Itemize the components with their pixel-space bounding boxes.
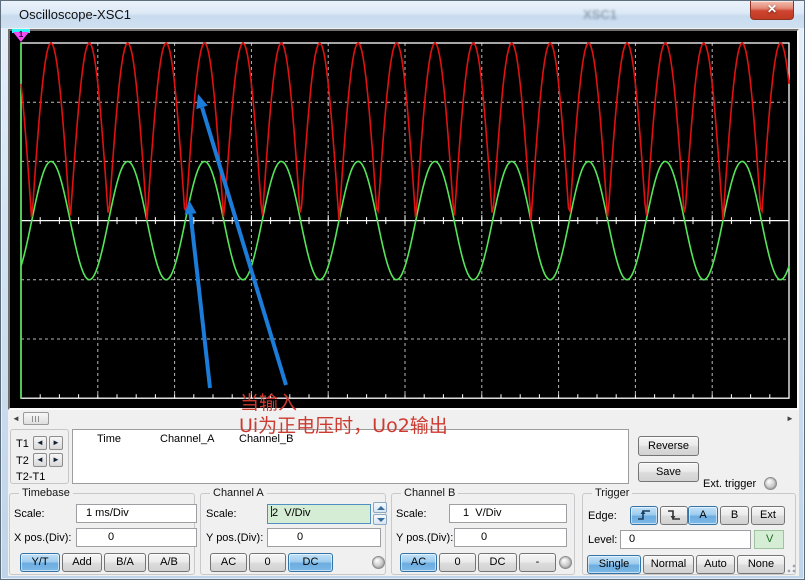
t2-right-button[interactable]: ► [49,453,63,467]
save-button[interactable]: Save [638,462,699,482]
channel-b-ac-button[interactable]: AC [400,553,437,572]
spin-up-icon[interactable] [373,502,387,513]
channel-a-ac-button[interactable]: AC [210,553,247,572]
trigger-none-button[interactable]: None [737,555,785,574]
channel-a-zero-button[interactable]: 0 [249,553,286,572]
close-button[interactable]: ✕ [750,1,794,20]
channel-b-ypos-label: Y pos.(Div): [396,532,453,544]
channel-a-dc-button[interactable]: DC [288,553,333,572]
t1-label: T1 [16,438,29,450]
scrollbar-thumb[interactable] [23,412,49,425]
channel-b-scale-field[interactable]: 1 V/Div [449,504,567,523]
t1-left-button[interactable]: ◄ [33,436,47,450]
channel-b-zero-button[interactable]: 0 [439,553,476,572]
channel-a-ypos-field[interactable]: 0 [267,528,381,547]
timebase-scale-label: Scale: [14,508,45,520]
ext-trigger-label: Ext. trigger [703,478,756,490]
falling-edge-button[interactable] [660,506,688,525]
ba-mode-button[interactable]: B/A [104,553,146,572]
trigger-ext-button[interactable]: Ext [751,506,785,525]
scrollbar-right-icon[interactable]: ► [784,413,796,425]
add-mode-button[interactable]: Add [62,553,102,572]
timebase-title: Timebase [19,487,73,499]
channel-b-connector-icon[interactable] [559,556,572,569]
rising-edge-button[interactable] [630,506,658,525]
channel-b-title: Channel B [401,487,458,499]
waveform-canvas [10,31,797,408]
t2-t1-label: T2-T1 [16,471,45,483]
t1-cursor-marker-icon[interactable]: 1 [12,29,30,44]
channel-b-group: Channel B Scale: 1 V/Div Y pos.(Div): 0 … [391,493,575,575]
channel-b-scale-label: Scale: [396,508,427,520]
reverse-button[interactable]: Reverse [638,436,699,456]
trigger-title: Trigger [592,487,632,499]
resize-grip[interactable] [784,561,797,574]
channel-a-title: Channel A [210,487,267,499]
channel-b-minus-button[interactable]: - [519,553,556,572]
yt-mode-button[interactable]: Y/T [20,553,60,572]
annotation-text-line1: 当输入 [240,392,297,414]
channel-a-group: Channel A Scale: 2 V/Div Y pos.(Div): 0 … [200,493,386,575]
trigger-level-field[interactable]: 0 [620,530,751,549]
col-header-time: Time [97,433,121,445]
timebase-xpos-field[interactable]: 0 [76,528,197,547]
trigger-level-unit-select[interactable]: V [754,530,784,549]
channel-a-scale-label: Scale: [206,508,237,520]
t1-cursor-number: 1 [12,30,30,39]
scrollbar-grip-icon [32,416,41,422]
titlebar[interactable]: Oscilloscope-XSC1 XSC1 ✕ [1,1,804,28]
t2-left-button[interactable]: ◄ [33,453,47,467]
trigger-normal-button[interactable]: Normal [643,555,694,574]
scrollbar-left-icon[interactable]: ◄ [10,413,22,425]
t1-right-button[interactable]: ► [49,436,63,450]
ab-mode-button[interactable]: A/B [148,553,190,572]
trigger-single-button[interactable]: Single [587,555,641,574]
trigger-b-button[interactable]: B [720,506,749,525]
spin-down-icon[interactable] [373,514,387,525]
channel-a-scale-spinner [373,502,387,526]
timebase-xpos-label: X pos.(Div): [14,532,71,544]
falling-edge-icon [666,508,682,522]
cursor-readout-table: Time Channel_A Channel_B [72,429,629,484]
scope-screen [10,31,797,408]
channel-a-ypos-label: Y pos.(Div): [206,532,263,544]
timebase-group: Timebase Scale: 1 ms/Div X pos.(Div): 0 … [9,493,195,575]
trigger-edge-label: Edge: [588,510,617,522]
scope-display [8,29,799,410]
timebase-scale-field[interactable]: 1 ms/Div [76,504,197,523]
trigger-group: Trigger Edge: A B Ext Level: 0 V Single … [582,493,796,575]
channel-b-ypos-field[interactable]: 0 [454,528,567,547]
channel-a-connector-icon[interactable] [372,556,385,569]
trigger-level-label: Level: [588,534,617,546]
annotation-text-line2: Ui为正电压时，Uo2输出 [239,415,448,437]
oscilloscope-window: Oscilloscope-XSC1 XSC1 ✕ 1 ◄ ► T1 ◄ ► T2… [0,0,805,580]
trigger-auto-button[interactable]: Auto [696,555,735,574]
col-header-channel-a: Channel_A [160,433,214,445]
trigger-a-button[interactable]: A [688,506,718,525]
schematic-watermark: XSC1 [583,7,617,22]
ext-trigger-connector-icon[interactable] [764,477,777,490]
cursor-controls-group: T1 ◄ ► T2 ◄ ► T2-T1 [10,429,69,484]
channel-b-dc-button[interactable]: DC [478,553,517,572]
rising-edge-icon [636,508,652,522]
t2-label: T2 [16,455,29,467]
window-title: Oscilloscope-XSC1 [19,7,131,22]
channel-a-scale-field[interactable]: 2 V/Div [267,504,371,524]
